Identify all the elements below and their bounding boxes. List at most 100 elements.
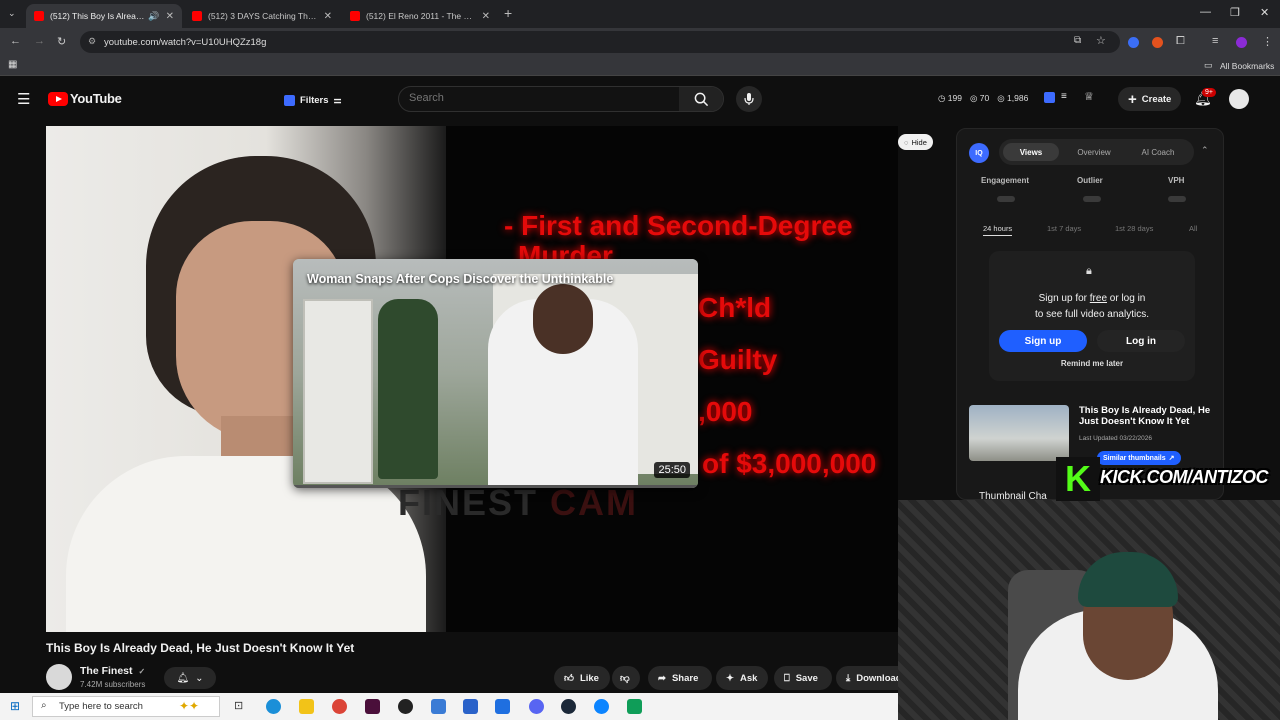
taskbar-search-box[interactable]: ⌕ Type here to search ✦✦ bbox=[32, 696, 220, 717]
range-all[interactable]: All bbox=[1189, 224, 1197, 233]
dislike-button[interactable]: 👎︎ bbox=[612, 666, 640, 690]
new-tab-button[interactable]: + bbox=[504, 5, 512, 21]
circle-icon: ◎ bbox=[997, 93, 1005, 103]
close-tab-icon[interactable]: ✕ bbox=[166, 11, 174, 22]
range-first-28-days[interactable]: 1st 28 days bbox=[1115, 224, 1153, 233]
sliders-icon: ⚌ bbox=[333, 94, 342, 105]
download-button[interactable]: ⤓ Download bbox=[836, 666, 898, 690]
clock-icon: ◷ bbox=[938, 93, 946, 103]
taskbar-search-placeholder: Type here to search bbox=[59, 701, 143, 712]
restore-icon[interactable]: ❐ bbox=[1230, 6, 1240, 19]
account-avatar[interactable] bbox=[1229, 89, 1249, 109]
metric-value-blurred bbox=[1168, 196, 1186, 202]
edge-icon[interactable] bbox=[266, 699, 281, 714]
forward-icon[interactable]: → bbox=[34, 35, 45, 47]
channel-name-text: The Finest bbox=[80, 665, 133, 677]
video-thumbnail[interactable] bbox=[969, 405, 1069, 461]
webcam-overlay bbox=[898, 500, 1280, 720]
discord-icon[interactable] bbox=[529, 699, 544, 714]
app-icon[interactable] bbox=[594, 699, 609, 714]
channel-avatar[interactable] bbox=[46, 664, 72, 690]
extension-icon[interactable] bbox=[1128, 37, 1139, 48]
4k-app-icon[interactable] bbox=[398, 699, 413, 714]
list-icon[interactable]: ≡ bbox=[1061, 91, 1067, 102]
subscribed-bell-button[interactable]: 🔔︎ ⌄ bbox=[164, 667, 216, 689]
profile-icon[interactable] bbox=[1236, 37, 1247, 48]
tab-title: (512) El Reno 2011 - The Strong bbox=[366, 11, 476, 21]
all-bookmarks-link[interactable]: All Bookmarks bbox=[1220, 61, 1274, 71]
search-input[interactable] bbox=[409, 92, 669, 104]
menu-dots-icon[interactable]: ⋮ bbox=[1262, 35, 1273, 48]
save-button[interactable]: ⎕ Save bbox=[774, 666, 832, 690]
windows-start-icon[interactable]: ⊞ bbox=[10, 699, 20, 713]
tab-ai-coach[interactable]: AI Coach bbox=[1129, 143, 1187, 161]
iq-extension-icon[interactable] bbox=[1044, 92, 1055, 103]
hamburger-menu-icon[interactable]: ☰ bbox=[17, 90, 30, 108]
cast-icon[interactable]: ⧉ bbox=[1074, 35, 1081, 46]
youtube-logo[interactable]: YouTube bbox=[48, 91, 122, 106]
tab-overview[interactable]: Overview bbox=[1065, 143, 1123, 161]
channel-name[interactable]: The Finest ✓ bbox=[80, 665, 145, 677]
file-explorer-icon[interactable] bbox=[299, 699, 314, 714]
audio-icon[interactable]: 🔊 bbox=[148, 11, 159, 22]
tab-search-icon[interactable]: ⌄ bbox=[8, 8, 16, 19]
back-icon[interactable]: ← bbox=[10, 35, 21, 47]
reload-icon[interactable]: ↻ bbox=[57, 35, 66, 48]
close-window-icon[interactable]: ✕ bbox=[1260, 6, 1269, 19]
download-icon: ⤓ bbox=[846, 672, 851, 684]
kick-channel-url: KICK.COM/ANTIZOC bbox=[1100, 467, 1268, 487]
calculator-icon[interactable] bbox=[463, 699, 478, 714]
kick-logo: K bbox=[1056, 457, 1100, 501]
app-icon[interactable] bbox=[495, 699, 510, 714]
search-box[interactable] bbox=[398, 86, 724, 112]
ask-button[interactable]: ✦ Ask bbox=[716, 666, 768, 690]
hide-button[interactable]: ◌ Hide bbox=[898, 134, 933, 150]
voice-search-button[interactable] bbox=[736, 86, 762, 112]
log-in-button[interactable]: Log in bbox=[1097, 330, 1185, 352]
reading-list-icon[interactable]: ≡ bbox=[1212, 35, 1218, 47]
channel-watermark: FINEST CAM bbox=[398, 482, 638, 524]
similar-thumbnails-button[interactable]: Similar thumbnails ↗ bbox=[1097, 451, 1181, 465]
tab-views[interactable]: Views bbox=[1003, 143, 1059, 161]
windows-taskbar: ⊞ ⌕ Type here to search ✦✦ ⊡ bbox=[0, 693, 898, 720]
apps-grid-icon[interactable]: ▦ bbox=[8, 59, 17, 70]
sign-up-button[interactable]: Sign up bbox=[999, 330, 1087, 352]
chrome-icon[interactable] bbox=[332, 699, 347, 714]
close-tab-icon[interactable]: ✕ bbox=[324, 11, 332, 22]
search-icon bbox=[694, 92, 708, 106]
extension-icon[interactable] bbox=[1152, 37, 1163, 48]
preview-progress-bar bbox=[293, 485, 698, 488]
collapse-chevron-icon[interactable]: ⌃ bbox=[1201, 145, 1209, 156]
search-button[interactable] bbox=[679, 87, 723, 111]
range-first-7-days[interactable]: 1st 7 days bbox=[1047, 224, 1081, 233]
minimize-icon[interactable]: — bbox=[1200, 6, 1211, 18]
close-tab-icon[interactable]: ✕ bbox=[482, 11, 490, 22]
like-label: Like bbox=[579, 672, 599, 684]
browser-tab-3[interactable]: (512) El Reno 2011 - The Strong ✕ bbox=[342, 4, 498, 28]
browser-tab-2[interactable]: (512) 3 DAYS Catching The Wo ✕ bbox=[184, 4, 340, 28]
microphone-icon bbox=[744, 93, 754, 105]
url-field[interactable]: ⚙ youtube.com/watch?v=U10UHQZz18g ⧉ ☆ bbox=[80, 31, 1120, 53]
trophy-icon[interactable]: ♕ bbox=[1084, 90, 1094, 103]
filters-button[interactable]: Filters ⚌ bbox=[276, 89, 350, 111]
app-icon[interactable] bbox=[627, 699, 642, 714]
create-button[interactable]: + Create bbox=[1118, 87, 1182, 111]
browser-tab-strip: ⌄ (512) This Boy Is Already De 🔊 ✕ (512)… bbox=[0, 0, 1280, 28]
bookmark-star-icon[interactable]: ☆ bbox=[1096, 34, 1106, 47]
remind-later-link[interactable]: Remind me later bbox=[989, 359, 1195, 368]
task-view-icon[interactable]: ⊡ bbox=[234, 699, 243, 712]
video-hover-preview[interactable]: Woman Snaps After Cops Discover the Unth… bbox=[293, 259, 698, 488]
steam-icon[interactable] bbox=[561, 699, 576, 714]
app-icon[interactable] bbox=[431, 699, 446, 714]
address-bar-row: ← → ↻ ⚙ youtube.com/watch?v=U10UHQZz18g … bbox=[0, 28, 1280, 56]
share-button[interactable]: ➦ Share bbox=[648, 666, 712, 690]
notification-badge: 9+ bbox=[1202, 88, 1216, 97]
premiere-icon[interactable] bbox=[365, 699, 380, 714]
range-24-hours[interactable]: 24 hours bbox=[983, 224, 1013, 236]
tab-title: (512) This Boy Is Already De bbox=[50, 11, 145, 21]
browser-tab-1[interactable]: (512) This Boy Is Already De 🔊 ✕ bbox=[26, 4, 182, 28]
site-info-icon[interactable]: ⚙ bbox=[88, 36, 96, 47]
like-button[interactable]: 👍︎ Like bbox=[554, 666, 610, 690]
sparkle-icon: ✦✦ bbox=[179, 699, 200, 713]
extensions-puzzle-icon[interactable]: ⧠ bbox=[1176, 35, 1185, 48]
